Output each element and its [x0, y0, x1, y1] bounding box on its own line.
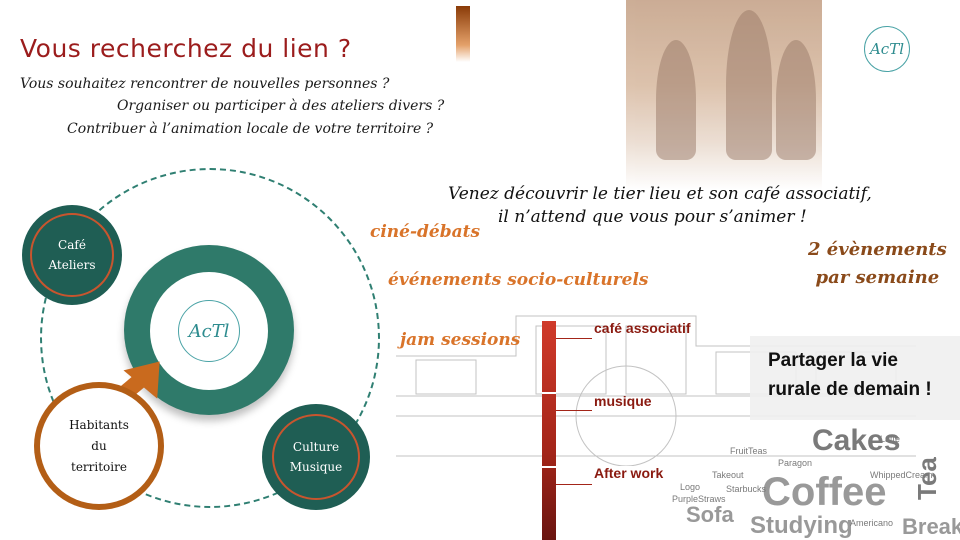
- timeline-after-work: After work: [594, 465, 664, 481]
- word-purple-straws: PurpleStraws: [672, 494, 726, 504]
- events-per-week: 2 évènements par semaine: [808, 236, 947, 292]
- word-coffee: Coffee: [762, 470, 887, 514]
- territoire-label: territoire: [71, 459, 127, 474]
- word-paragon: Paragon: [778, 458, 813, 468]
- timeline-musique: musique: [594, 393, 652, 409]
- share-text: Partager la vie rurale de demain !: [768, 346, 932, 404]
- question-1: Vous souhaitez rencontrer de nouvelles p…: [20, 76, 390, 92]
- timeline-tick: [542, 392, 556, 394]
- timeline-connector: [556, 338, 592, 339]
- musique-label: Musique: [289, 460, 343, 474]
- word-starbucks: Starbucks: [726, 484, 767, 494]
- share-line-1: Partager la vie: [768, 350, 898, 371]
- question-3: Contribuer à l’animation locale de votre…: [67, 121, 434, 137]
- ateliers-label: Ateliers: [48, 258, 96, 272]
- word-studying: Studying: [750, 512, 853, 539]
- activity-jam-sessions: jam sessions: [400, 330, 521, 350]
- events-line-1: 2 évènements: [808, 239, 947, 260]
- share-line-2: rurale de demain !: [768, 379, 932, 400]
- word-logo: Logo: [680, 482, 701, 492]
- timeline-bar: [542, 321, 556, 540]
- bubble-cafe-inner: Café Ateliers: [30, 213, 114, 297]
- timeline-tick: [542, 466, 556, 468]
- page-title: Vous recherchez du lien ?: [20, 34, 352, 63]
- word-sofa: Sofa: [686, 502, 734, 527]
- word-whipped-cream: WhippedCream: [870, 470, 933, 480]
- invite-line-2: il n’attend que vous pour s’animer !: [498, 207, 807, 227]
- activity-cine-debats: ciné-débats: [370, 222, 481, 242]
- timeline-cafe-associatif: café associatif: [594, 320, 691, 336]
- question-2: Organiser ou participer à des ateliers d…: [117, 98, 445, 114]
- cafe-label: Café: [58, 238, 86, 252]
- events-line-2: par semaine: [815, 267, 940, 288]
- du-label: du: [91, 438, 107, 453]
- concert-photo: [626, 0, 822, 190]
- invite-line-1: Venez découvrir le tier lieu et son café…: [448, 184, 872, 204]
- word-americano: Americano: [850, 518, 894, 528]
- habitants-label: Habitants: [69, 417, 129, 432]
- timeline-connector: [556, 484, 592, 485]
- bubble-culture-inner: Culture Musique: [272, 414, 360, 500]
- actl-logo: AcTl: [864, 26, 910, 72]
- word-takeout: Takeout: [712, 470, 744, 480]
- bubble-habitants-inner: Habitants du territoire: [40, 388, 158, 504]
- activity-socio-culturels: événements socio-culturels: [388, 270, 649, 290]
- center-logo: AcTl: [178, 300, 240, 362]
- accent-bar: [456, 6, 470, 62]
- word-breakfast: Breakfast: [902, 514, 960, 539]
- timeline-connector: [556, 410, 592, 411]
- word-latte: Latte: [880, 434, 901, 444]
- culture-label: Culture: [292, 440, 340, 454]
- word-fruit-teas: FruitTeas: [730, 446, 768, 456]
